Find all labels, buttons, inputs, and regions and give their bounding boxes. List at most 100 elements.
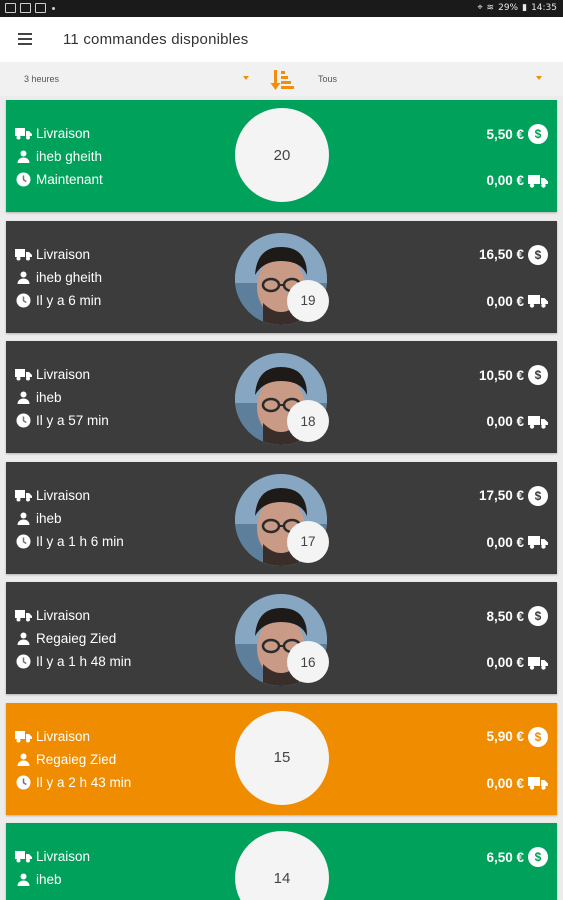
price-value: 5,90 €: [486, 729, 524, 744]
order-number: 20: [273, 146, 291, 164]
filter-bar: 3 heures Tous: [0, 62, 563, 96]
dollar-coin-icon: $: [528, 244, 548, 265]
clock-icon: [15, 413, 32, 428]
order-card[interactable]: Livraison iheb gheith Maintenant 20 5,50…: [6, 100, 557, 212]
category-dropdown[interactable]: Tous: [318, 62, 543, 96]
fee-value: 0,00 €: [486, 293, 524, 309]
customer-row: Regaieg Zied: [15, 631, 116, 646]
notification-icons: [5, 3, 55, 13]
customer-name: iheb: [36, 510, 62, 526]
truck-icon: [15, 849, 32, 864]
order-number: 14: [273, 869, 291, 887]
battery-level: 29%: [498, 3, 519, 13]
order-card[interactable]: Livraison Regaieg Zied Il y a 1 h 48 min…: [6, 582, 557, 694]
clock-icon: [15, 534, 32, 549]
order-type-row: Livraison: [15, 367, 90, 382]
order-card[interactable]: Livraison iheb Il y a 1 h 6 min 17,50 € …: [6, 461, 557, 574]
order-type-row: Livraison: [15, 608, 90, 623]
truck-icon: [15, 608, 32, 623]
fee-value: 0,00 €: [486, 173, 524, 188]
truck-icon: [15, 367, 32, 382]
chevron-down-icon: [536, 76, 542, 80]
delivery-truck-icon: [528, 294, 548, 308]
hamburger-menu-icon[interactable]: [18, 33, 32, 45]
dollar-coin-icon: $: [528, 847, 548, 867]
order-price: 8,50 € $: [486, 606, 548, 626]
chevron-down-icon: [243, 76, 249, 80]
category-value: Tous: [318, 74, 338, 84]
dollar-coin-icon: $: [528, 485, 548, 506]
order-type-row: Livraison: [15, 729, 90, 744]
order-number-badge: 18: [287, 400, 329, 442]
app-toolbar: 11 commandes disponibles: [0, 17, 563, 62]
fee-value: 0,00 €: [486, 775, 524, 791]
more-notifications-icon: [52, 6, 55, 10]
order-card[interactable]: Livraison iheb Il y a 57 min 10,50 € $ 0…: [6, 341, 557, 453]
order-price: 16,50 € $: [478, 244, 548, 265]
fee-value: 0,00 €: [486, 414, 524, 429]
customer-name: iheb: [36, 872, 62, 887]
app-notification-icon: [35, 3, 46, 13]
order-number-bubble: 20: [235, 108, 329, 202]
delivery-fee: 0,00 €: [486, 173, 548, 188]
order-number: 15: [273, 749, 291, 766]
sort-order-icon[interactable]: [269, 67, 295, 93]
person-icon: [15, 390, 32, 405]
order-type-row: Livraison: [15, 247, 90, 262]
price-value: 16,50 €: [478, 247, 524, 262]
delivery-fee: 0,00 €: [486, 294, 548, 309]
customer-row: iheb gheith: [15, 270, 102, 285]
order-card[interactable]: Livraison Regaieg Zied Il y a 2 h 43 min…: [6, 702, 557, 815]
delivery-truck-icon: [528, 656, 548, 670]
order-type-label: Livraison: [36, 849, 91, 864]
fee-value: 0,00 €: [486, 534, 524, 550]
order-price: 17,50 € $: [479, 485, 548, 506]
delivery-truck-icon: [528, 776, 548, 790]
clock-icon: [15, 293, 32, 308]
order-card[interactable]: Livraison iheb gheith Il y a 6 min 16,50…: [6, 220, 557, 333]
time-row: Maintenant: [15, 172, 103, 187]
price-value: 6,50 €: [486, 849, 524, 865]
time-window-dropdown[interactable]: 3 heures: [24, 62, 252, 96]
delivery-fee: 0,00 €: [486, 414, 548, 429]
person-icon: [15, 631, 32, 646]
order-time: Il y a 1 h 48 min: [36, 654, 132, 669]
order-type-label: Livraison: [36, 367, 91, 382]
notification-icon: [5, 3, 16, 13]
time-row: Il y a 6 min: [15, 293, 101, 308]
delivery-truck-icon: [528, 535, 548, 549]
order-number-bubble: 14: [235, 831, 329, 900]
customer-name: Regaieg Zied: [36, 631, 117, 646]
order-type-label: Livraison: [36, 608, 91, 623]
customer-name: iheb: [36, 390, 62, 405]
order-type-row: Livraison: [15, 488, 90, 503]
order-time: Il y a 1 h 6 min: [36, 533, 124, 549]
price-value: 10,50 €: [478, 367, 524, 383]
order-time: Il y a 6 min: [36, 292, 102, 308]
delivery-truck-icon: [528, 415, 548, 429]
dollar-coin-icon: $: [528, 606, 548, 626]
truck-icon: [15, 126, 32, 141]
truck-icon: [15, 729, 32, 744]
order-card[interactable]: Livraison iheb 14 6,50 € $: [6, 823, 557, 900]
time-window-value: 3 heures: [24, 74, 60, 84]
fee-value: 0,00 €: [486, 655, 524, 670]
order-type-label: Livraison: [36, 246, 91, 262]
truck-icon: [15, 488, 32, 503]
dollar-coin-icon: $: [528, 365, 548, 385]
customer-name: iheb gheith: [36, 149, 103, 164]
order-price: 10,50 € $: [479, 365, 548, 385]
customer-row: iheb: [15, 511, 62, 526]
order-price: 5,50 € $: [486, 124, 548, 144]
dollar-coin-icon: $: [528, 726, 548, 747]
clock-icon: [15, 172, 32, 187]
order-type-row: Livraison: [15, 126, 90, 141]
battery-icon: ▮: [522, 3, 528, 13]
customer-name: iheb gheith: [36, 269, 103, 285]
customer-row: iheb: [15, 390, 62, 405]
order-price: 5,90 € $: [486, 726, 548, 747]
clock: 14:35: [531, 3, 557, 13]
delivery-fee: 0,00 €: [486, 776, 548, 791]
image-notification-icon: [20, 3, 31, 13]
order-number-badge: 16: [287, 641, 329, 683]
